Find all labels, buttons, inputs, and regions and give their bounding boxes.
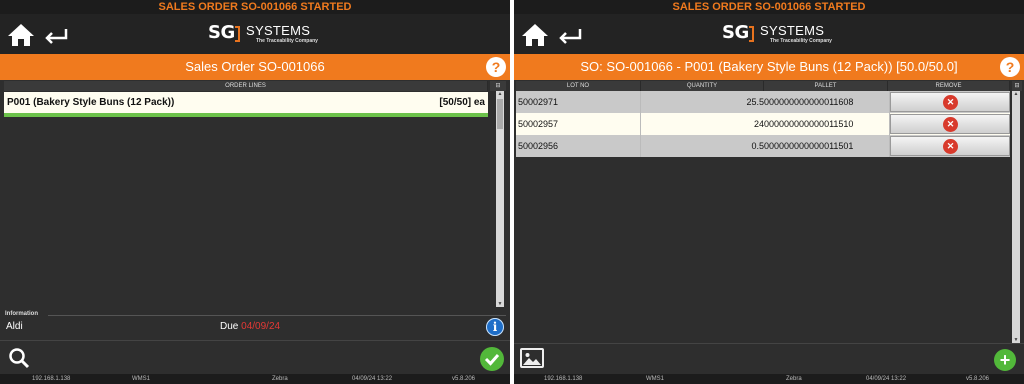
logo-tagline: The Traceability Company — [770, 38, 832, 44]
page-title: SO: SO-001066 - P001 (Bakery Style Buns … — [580, 59, 958, 74]
order-line-progress-fill — [4, 113, 488, 117]
quantity-cell: 0.5 — [751, 141, 764, 151]
pallet-cell: 000000000000011608 — [764, 91, 890, 113]
info-icon[interactable]: i — [486, 318, 504, 336]
check-icon[interactable] — [480, 347, 504, 371]
status-ip: 192.168.1.138 — [544, 376, 583, 382]
logo-name: SYSTEMS — [760, 23, 825, 38]
status-site: WMS1 — [132, 376, 150, 382]
status-datetime: 04/09/24 13:22 — [866, 376, 907, 382]
page-title: Sales Order SO-001066 — [185, 59, 325, 74]
column-pallet[interactable]: PALLET — [764, 81, 888, 91]
image-icon[interactable] — [520, 348, 544, 368]
order-lines-header: ORDER LINES — [4, 81, 488, 91]
footer-divider — [514, 343, 1024, 344]
right-panel: SALES ORDER SO-001066 STARTED SG SYSTEMS… — [514, 0, 1024, 384]
lot-no-cell: 50002957 — [516, 113, 641, 135]
order-line-quantity: [50/50] ea — [439, 97, 485, 108]
logo-bracket — [749, 26, 754, 42]
status-banner: SALES ORDER SO-001066 STARTED — [0, 0, 510, 14]
page-title-bar: Sales Order SO-001066 ? — [0, 54, 510, 80]
due-date: 04/09/24 — [241, 321, 281, 332]
logo-brand: SG — [208, 22, 235, 43]
remove-button[interactable]: ✕ — [890, 92, 1010, 112]
table-row[interactable]: 50002956 0.5 000000000000011501 ✕ — [516, 135, 1010, 157]
column-chooser-icon[interactable]: ⊟ — [490, 81, 506, 91]
lot-no-cell: 50002971 — [516, 91, 641, 113]
status-bar: 192.168.1.138 WMS1 Zebra 04/09/24 13:22 … — [0, 374, 510, 384]
home-icon[interactable] — [520, 22, 550, 48]
status-ip: 192.168.1.138 — [32, 376, 71, 382]
quantity-cell: 25.5 — [746, 97, 764, 107]
table-scrollbar[interactable]: ▲ ▼ — [1012, 91, 1020, 343]
header: SG SYSTEMS The Traceability Company — [514, 14, 1024, 54]
help-icon[interactable]: ? — [1000, 57, 1020, 77]
pallet-cell: 000000000000011501 — [764, 135, 890, 157]
status-version: v5.8.206 — [452, 376, 476, 382]
column-lot-no[interactable]: LOT NO — [516, 81, 641, 91]
status-banner: SALES ORDER SO-001066 STARTED — [514, 0, 1024, 14]
status-version: v5.8.206 — [966, 376, 990, 382]
customer-name: Aldi — [6, 321, 23, 332]
table-row[interactable]: 50002971 25.5 000000000000011608 ✕ — [516, 91, 1010, 113]
remove-icon: ✕ — [943, 95, 958, 110]
home-icon[interactable] — [6, 22, 36, 48]
remove-icon: ✕ — [943, 139, 958, 154]
lot-no-cell: 50002956 — [516, 135, 641, 157]
logo-bracket — [235, 26, 240, 42]
column-chooser-icon[interactable]: ⊟ — [1012, 81, 1022, 91]
help-icon[interactable]: ? — [486, 57, 506, 77]
back-arrow-icon[interactable] — [556, 26, 582, 46]
remove-button[interactable]: ✕ — [890, 114, 1010, 134]
company-logo: SG SYSTEMS The Traceability Company — [722, 22, 832, 47]
status-site: WMS1 — [646, 376, 664, 382]
header: SG SYSTEMS The Traceability Company — [0, 14, 510, 54]
information-label: Information — [5, 311, 38, 317]
plus-icon[interactable]: + — [994, 349, 1016, 371]
status-printer: Zebra — [786, 376, 802, 382]
information-divider — [48, 315, 506, 316]
search-icon[interactable] — [8, 347, 30, 369]
remove-button[interactable]: ✕ — [890, 136, 1010, 156]
left-panel: SALES ORDER SO-001066 STARTED SG SYSTEMS… — [0, 0, 510, 384]
due-label: Due — [220, 321, 239, 332]
scroll-thumb[interactable] — [497, 99, 503, 129]
column-quantity[interactable]: QUANTITY — [641, 81, 764, 91]
status-printer: Zebra — [272, 376, 288, 382]
back-arrow-icon[interactable] — [42, 26, 68, 46]
order-lines-scrollbar[interactable]: ▲ ▼ — [496, 91, 504, 307]
order-line-product: P001 (Bakery Style Buns (12 Pack)) — [7, 97, 175, 108]
page-title-bar: SO: SO-001066 - P001 (Bakery Style Buns … — [514, 54, 1024, 80]
company-logo: SG SYSTEMS The Traceability Company — [208, 22, 318, 47]
quantity-cell: 24 — [753, 119, 764, 129]
logo-name: SYSTEMS — [246, 23, 311, 38]
scroll-up-icon[interactable]: ▲ — [1012, 91, 1020, 97]
logo-tagline: The Traceability Company — [256, 38, 318, 44]
table-row[interactable]: 50002957 24 000000000000011510 ✕ — [516, 113, 1010, 135]
order-line-row[interactable]: P001 (Bakery Style Buns (12 Pack)) [50/5… — [4, 92, 488, 113]
due-date-field: Due 04/09/24 — [220, 321, 280, 332]
pallet-cell: 000000000000011510 — [764, 113, 890, 135]
footer-divider — [0, 340, 510, 341]
scroll-down-icon[interactable]: ▼ — [496, 301, 504, 307]
scroll-up-icon[interactable]: ▲ — [496, 91, 504, 97]
status-bar: 192.168.1.138 WMS1 Zebra 04/09/24 13:22 … — [514, 374, 1024, 384]
logo-brand: SG — [722, 22, 749, 43]
status-datetime: 04/09/24 13:22 — [352, 376, 393, 382]
remove-icon: ✕ — [943, 117, 958, 132]
column-remove[interactable]: REMOVE — [888, 81, 1010, 91]
order-line-progress — [4, 113, 488, 117]
